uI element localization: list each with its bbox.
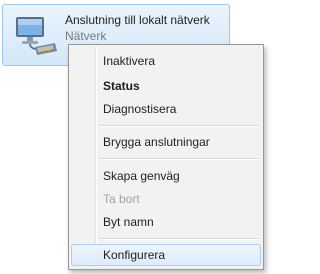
menu-item-inaktivera[interactable]: Inaktivera (71, 50, 261, 72)
menu-item-brygga-anslutningar[interactable]: Brygga anslutningar (71, 131, 261, 153)
menu-separator (99, 125, 259, 127)
desktop-area: Anslutning till lokalt nätverk Nätverk I… (0, 0, 274, 274)
menu-separator (99, 238, 259, 240)
menu-item-konfigurera[interactable]: Konfigurera (71, 244, 261, 266)
connection-subtitle: Nätverk (65, 29, 107, 43)
menu-separator (99, 158, 259, 160)
menu-item-byt-namn[interactable]: Byt namn (71, 211, 261, 233)
menu-item-diagnostisera[interactable]: Diagnostisera (71, 98, 261, 120)
menu-item-ta-bort: Ta bort (103, 192, 140, 206)
menu-item-status[interactable]: Status (71, 75, 261, 97)
context-menu: Inaktivera Status Diagnostisera Brygga a… (68, 44, 264, 270)
connection-title: Anslutning till lokalt nätverk (65, 13, 210, 27)
menu-item-skapa-genvag[interactable]: Skapa genväg (71, 165, 261, 187)
network-adapter-icon (13, 13, 59, 59)
